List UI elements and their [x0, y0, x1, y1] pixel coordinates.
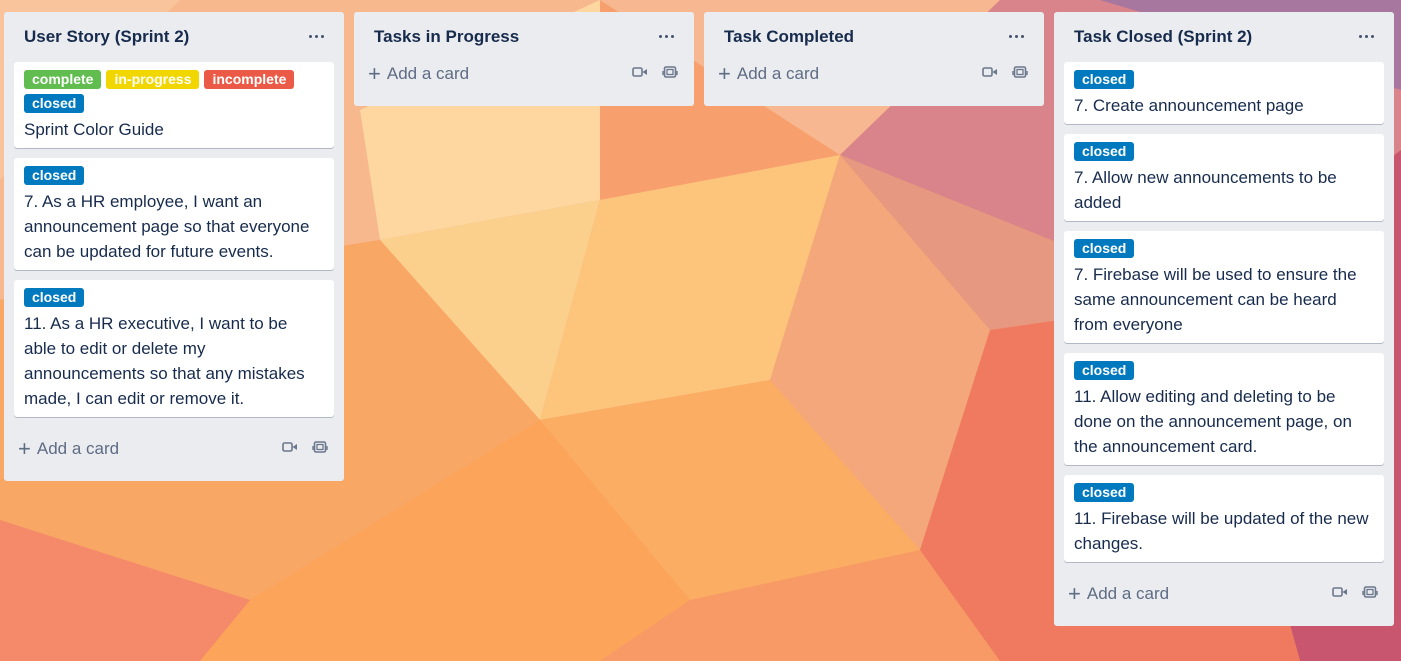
card-composer: + Add a card: [714, 52, 1034, 96]
list-title[interactable]: User Story (Sprint 2): [24, 27, 189, 47]
card-template-icon[interactable]: [1362, 584, 1378, 600]
list-header: User Story (Sprint 2): [14, 12, 334, 62]
video-camera-icon[interactable]: [982, 66, 998, 78]
more-horizontal-icon[interactable]: [654, 24, 678, 48]
card-labels: closed: [1074, 142, 1374, 161]
card-template-icon[interactable]: [662, 64, 678, 80]
card-label-closed[interactable]: closed: [24, 166, 85, 185]
card-label-closed[interactable]: closed: [24, 288, 85, 307]
card-label-in-progress[interactable]: in-progress: [106, 70, 200, 89]
card[interactable]: closed 11. Firebase will be updated of th…: [1064, 475, 1384, 562]
add-card-button[interactable]: + Add a card: [714, 61, 820, 86]
card-composer: + Add a card: [364, 52, 684, 96]
card[interactable]: closed 7. Create announcement page: [1064, 62, 1384, 124]
card-list: complete in-progress incomplete closed Sprin…: [14, 62, 334, 417]
card-labels: closed: [1074, 483, 1374, 502]
plus-icon: +: [718, 61, 731, 86]
add-card-button[interactable]: + Add a card: [1064, 581, 1170, 606]
card-template-icon[interactable]: [1012, 64, 1028, 80]
video-camera-icon[interactable]: [1332, 586, 1348, 598]
card-template-icon[interactable]: [312, 439, 328, 455]
card-labels: closed: [24, 288, 324, 307]
card-title: Sprint Color Guide: [24, 120, 164, 139]
card-title: 11. Allow editing and deleting to be don…: [1074, 387, 1352, 456]
card-labels: closed: [1074, 70, 1374, 89]
card-labels: closed: [24, 166, 324, 185]
plus-icon: +: [1068, 581, 1081, 606]
card[interactable]: complete in-progress incomplete closed Sprin…: [14, 62, 334, 148]
video-camera-icon[interactable]: [282, 441, 298, 453]
more-horizontal-icon[interactable]: [1004, 24, 1028, 48]
card-title: 11. Firebase will be updated of the new …: [1074, 509, 1369, 553]
card-composer: + Add a card: [14, 427, 334, 471]
add-card-button[interactable]: + Add a card: [364, 61, 470, 86]
more-horizontal-icon[interactable]: [304, 24, 328, 48]
card-title: 11. As a HR executive, I want to be able…: [24, 314, 305, 408]
card-label-closed[interactable]: closed: [1074, 239, 1135, 258]
card-label-complete[interactable]: complete: [24, 70, 102, 89]
plus-icon: +: [18, 436, 31, 461]
add-card-button[interactable]: + Add a card: [14, 436, 120, 461]
list-task-completed: Task Completed + Add a card: [704, 12, 1044, 106]
card-label-closed[interactable]: closed: [1074, 483, 1135, 502]
video-camera-icon[interactable]: [632, 66, 648, 78]
card-label-closed[interactable]: closed: [1074, 70, 1135, 89]
card-title: 7. Allow new announcements to be added: [1074, 168, 1337, 212]
add-card-label: Add a card: [36, 439, 120, 458]
card[interactable]: closed 7. Firebase will be used to ensure…: [1064, 231, 1384, 343]
list-header: Task Closed (Sprint 2): [1064, 12, 1384, 62]
card[interactable]: closed 7. As a HR employee, I want an ann…: [14, 158, 334, 270]
list-title[interactable]: Tasks in Progress: [374, 27, 519, 47]
card-composer: + Add a card: [1064, 572, 1384, 616]
card-label-closed[interactable]: closed: [24, 94, 85, 113]
card-list: closed 7. Create announcement page closed 7…: [1064, 62, 1384, 562]
list-tasks-in-progress: Tasks in Progress + Add a card: [354, 12, 694, 106]
card-labels: complete in-progress incomplete closed: [24, 70, 324, 113]
card-title: 7. As a HR employee, I want an announcem…: [24, 192, 310, 261]
more-horizontal-icon[interactable]: [1354, 24, 1378, 48]
plus-icon: +: [368, 61, 381, 86]
card[interactable]: closed 7. Allow new announcements to be a…: [1064, 134, 1384, 221]
list-title[interactable]: Task Closed (Sprint 2): [1074, 27, 1252, 47]
card-labels: closed: [1074, 361, 1374, 380]
list-title[interactable]: Task Completed: [724, 27, 854, 47]
add-card-label: Add a card: [386, 64, 470, 83]
card-label-closed[interactable]: closed: [1074, 142, 1135, 161]
add-card-label: Add a card: [736, 64, 820, 83]
list-task-closed-sprint-2: Task Closed (Sprint 2) closed 7. Create a…: [1054, 12, 1394, 626]
card-label-incomplete[interactable]: incomplete: [204, 70, 295, 89]
add-card-label: Add a card: [1086, 584, 1170, 603]
card-title: 7. Create announcement page: [1074, 96, 1304, 115]
card[interactable]: closed 11. Allow editing and deleting to …: [1064, 353, 1384, 465]
card-labels: closed: [1074, 239, 1374, 258]
card-label-closed[interactable]: closed: [1074, 361, 1135, 380]
card-title: 7. Firebase will be used to ensure the s…: [1074, 265, 1357, 334]
list-user-story-sprint-2: User Story (Sprint 2) complete in-progres…: [4, 12, 344, 481]
card[interactable]: closed 11. As a HR executive, I want to b…: [14, 280, 334, 417]
